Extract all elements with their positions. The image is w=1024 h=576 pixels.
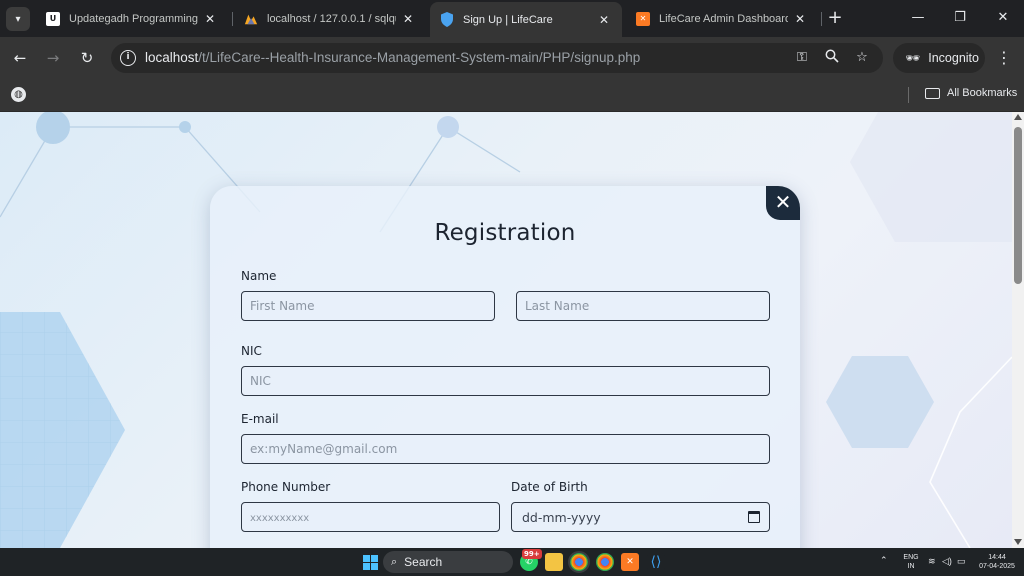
- tab-title: localhost / 127.0.0.1 / sqlquery: [267, 12, 396, 25]
- updategadh-favicon-icon: U: [46, 11, 60, 26]
- tab-lifecare-admin[interactable]: ✕ LifeCare Admin Dashboard ✕: [626, 4, 818, 33]
- calendar-icon[interactable]: [748, 511, 760, 523]
- tab-updategadh[interactable]: U Updategadh Programming - U ✕: [36, 4, 228, 33]
- tab-title: Updategadh Programming - U: [69, 12, 198, 25]
- xampp-favicon-icon: ✕: [636, 11, 650, 26]
- bg-node: [437, 116, 459, 138]
- tab-title: Sign Up | LifeCare: [463, 13, 553, 26]
- tab-strip: ▾ U Updategadh Programming - U ✕ localho…: [0, 0, 1024, 37]
- scroll-down-arrow-icon[interactable]: [1014, 539, 1022, 545]
- chrome-icon[interactable]: [568, 551, 590, 573]
- nic-label: NIC: [241, 344, 262, 358]
- chrome-profile-icon[interactable]: [596, 553, 614, 571]
- bookmarks-bar: ◍ All Bookmarks: [0, 79, 1024, 112]
- date-text: 07-04-2025: [979, 563, 1015, 570]
- url-text[interactable]: localhost/t/LifeCare--Health-Insurance-M…: [145, 50, 640, 65]
- new-tab-button[interactable]: +: [824, 8, 846, 30]
- key-icon[interactable]: ⚿: [793, 49, 811, 67]
- page-title: Registration: [434, 220, 576, 246]
- bg-node: [36, 112, 70, 144]
- globe-icon[interactable]: ◍: [11, 87, 26, 102]
- folder-icon: [925, 87, 940, 99]
- browser-toolbar: ← → ↻ i localhost/t/LifeCare--Health-Ins…: [0, 37, 1024, 79]
- nic-input[interactable]: [241, 366, 770, 396]
- phone-input[interactable]: [241, 502, 500, 532]
- tab-title: LifeCare Admin Dashboard: [659, 12, 788, 25]
- dob-placeholder: dd-mm-yyyy: [522, 509, 601, 525]
- all-bookmarks-button[interactable]: All Bookmarks: [925, 87, 1017, 99]
- file-explorer-icon[interactable]: [545, 553, 563, 571]
- xampp-icon[interactable]: ✕: [621, 553, 639, 571]
- time-text: 14:44: [988, 554, 1006, 561]
- all-bookmarks-label: All Bookmarks: [947, 87, 1018, 99]
- tab-separator: [821, 12, 822, 26]
- incognito-label: Incognito: [928, 51, 979, 65]
- address-bar[interactable]: i localhost/t/LifeCare--Health-Insurance…: [111, 43, 883, 73]
- battery-icon[interactable]: ▭: [957, 557, 966, 566]
- dob-input[interactable]: dd-mm-yyyy: [511, 502, 770, 532]
- phone-label: Phone Number: [241, 480, 331, 494]
- bg-hexagon: [850, 112, 1012, 242]
- lang-line2: IN: [907, 563, 915, 570]
- url-path: /t/LifeCare--Health-Insurance-Management…: [198, 50, 641, 65]
- language-indicator[interactable]: ENG IN: [899, 553, 923, 571]
- name-label: Name: [241, 269, 277, 283]
- zoom-icon[interactable]: [823, 49, 841, 67]
- window-close-button[interactable]: ✕: [983, 6, 1023, 30]
- page-scrollbar[interactable]: [1012, 112, 1024, 548]
- minimize-button[interactable]: —: [898, 6, 938, 30]
- windows-start-icon[interactable]: [361, 553, 379, 571]
- tab-close-icon[interactable]: ✕: [596, 12, 612, 28]
- incognito-icon: 🕶: [905, 51, 921, 65]
- email-input[interactable]: [241, 434, 770, 464]
- taskbar-search-label: Search: [404, 555, 443, 569]
- first-name-input[interactable]: [241, 291, 495, 321]
- bg-hexagon: [826, 356, 934, 448]
- bg-node: [179, 121, 191, 133]
- site-info-icon[interactable]: i: [120, 50, 136, 66]
- reload-button[interactable]: ↻: [75, 46, 99, 70]
- bookmarks-separator: [908, 87, 909, 103]
- registration-modal: ✕ Registration Name NIC E-mail Phone Num…: [210, 186, 800, 548]
- tab-close-icon[interactable]: ✕: [400, 11, 416, 27]
- last-name-input[interactable]: [516, 291, 770, 321]
- forward-button[interactable]: →: [41, 46, 65, 70]
- shield-icon: [440, 12, 454, 27]
- scroll-thumb[interactable]: [1014, 127, 1022, 284]
- phpmyadmin-favicon-icon: [244, 12, 258, 26]
- volume-icon[interactable]: ◁): [942, 557, 952, 566]
- dob-label: Date of Birth: [511, 480, 588, 494]
- lang-line1: ENG: [903, 554, 919, 561]
- vscode-icon[interactable]: ⟨⟩: [647, 553, 665, 571]
- wifi-icon[interactable]: ≋: [928, 557, 936, 566]
- email-label: E-mail: [241, 412, 279, 426]
- restore-button[interactable]: ❐: [940, 6, 980, 30]
- tab-phpmyadmin[interactable]: localhost / 127.0.0.1 / sqlquery ✕: [234, 4, 426, 33]
- taskbar-search[interactable]: ⌕ Search: [383, 551, 513, 573]
- tab-signup-lifecare[interactable]: Sign Up | LifeCare ✕: [430, 2, 622, 37]
- browser-menu-icon[interactable]: ⋮: [994, 46, 1014, 70]
- back-button[interactable]: ←: [8, 46, 32, 70]
- tab-close-icon[interactable]: ✕: [792, 11, 808, 27]
- scroll-up-arrow-icon[interactable]: [1014, 114, 1022, 120]
- search-icon: ⌕: [391, 555, 398, 568]
- page-viewport: ✕ Registration Name NIC E-mail Phone Num…: [0, 112, 1012, 548]
- tab-close-icon[interactable]: ✕: [202, 11, 218, 27]
- windows-taskbar: ⌕ Search ✆ 99+ ✕ ⟨⟩ ⌃ ENG IN ≋ ◁) ▭ 14:4…: [0, 548, 1024, 576]
- url-host: localhost: [145, 50, 199, 65]
- tray-overflow-icon[interactable]: ⌃: [880, 556, 888, 565]
- tab-search-button[interactable]: ▾: [6, 7, 30, 31]
- incognito-indicator[interactable]: 🕶 Incognito: [893, 43, 985, 73]
- notification-badge: 99+: [522, 549, 542, 559]
- tab-separator: [232, 12, 233, 26]
- clock[interactable]: 14:44 07-04-2025: [975, 553, 1019, 571]
- bookmark-star-icon[interactable]: ☆: [853, 49, 871, 67]
